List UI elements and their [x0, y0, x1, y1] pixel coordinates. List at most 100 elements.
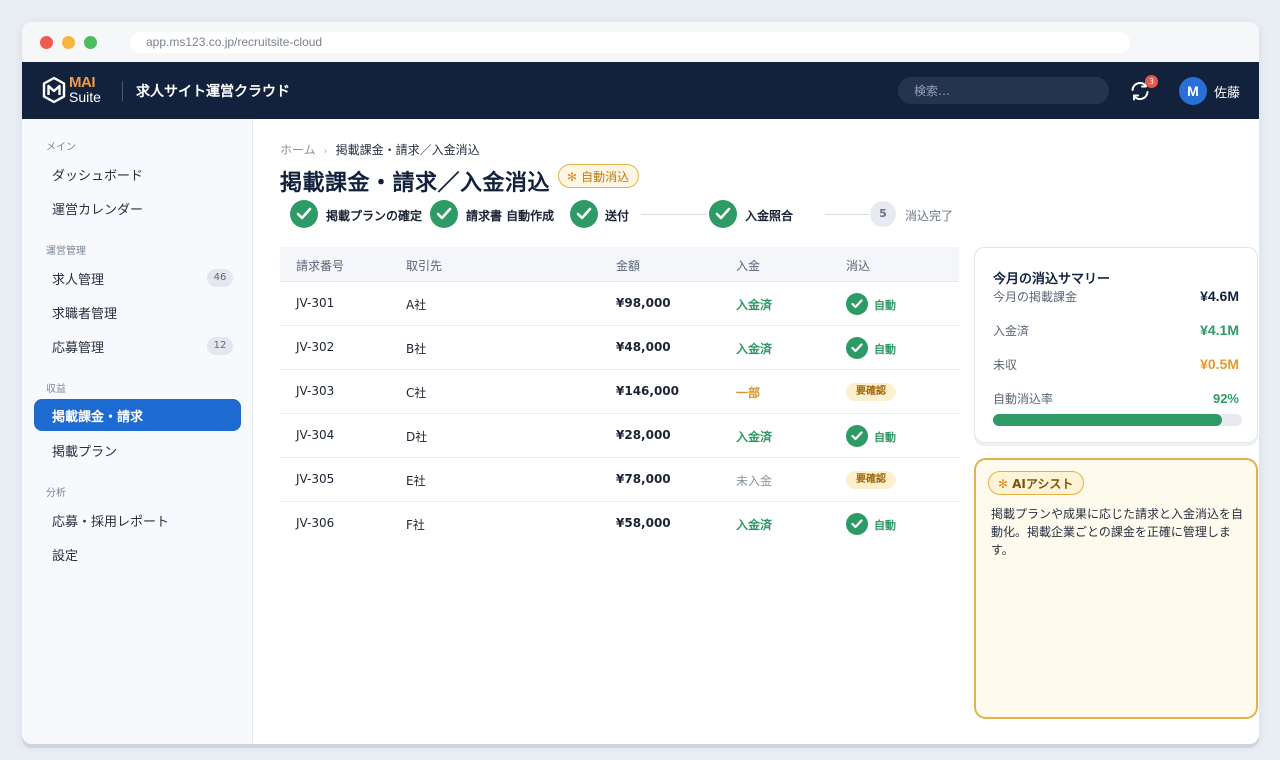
sidebar: メイン ダッシュボード 運営カレンダー 運営管理 求人管理 46 求職者管理 応募… [22, 119, 253, 744]
cell-client: D社 [406, 430, 428, 444]
column-header-amount[interactable]: 金額 [616, 257, 640, 274]
summary-label-billing: 今月の掲載課金 [993, 290, 1078, 304]
sidebar-item-label: 設定 [52, 549, 79, 564]
cell-payment-status: 入金済 [736, 342, 773, 356]
summary-value-outstanding: ¥0.5M [1200, 356, 1239, 372]
auto-reconcile-progress-bar [993, 414, 1242, 426]
logo-mark-icon [42, 76, 66, 104]
sidebar-item-jobs[interactable]: 求人管理 46 [34, 262, 241, 294]
table-row[interactable]: JV-303 C社 ¥146,000 一部 要確認 [280, 370, 959, 414]
cell-invoice-number: JV-304 [296, 428, 335, 442]
check-circle-icon [846, 425, 868, 447]
step-4-label: 入金照合 [745, 209, 794, 223]
sidebar-item-label: 応募管理 [52, 341, 105, 356]
cell-client: E社 [406, 474, 426, 488]
sparkle-icon: ✻ [998, 477, 1009, 491]
sidebar-item-label: 求人管理 [52, 273, 105, 288]
table-row[interactable]: JV-305 E社 ¥78,000 未入金 要確認 [280, 458, 959, 502]
needs-review-badge[interactable]: 要確認 [846, 383, 896, 401]
cell-client: B社 [406, 342, 427, 356]
summary-value-billing: ¥4.6M [1200, 288, 1239, 304]
sidebar-item-calendar[interactable]: 運営カレンダー [34, 192, 241, 224]
sidebar-item-label: 求職者管理 [52, 307, 118, 322]
auto-reconcile-badge: ✻ 自動消込 [558, 164, 640, 188]
check-circle-icon [846, 513, 868, 535]
cell-payment-status: 入金済 [736, 298, 773, 312]
step-5-number: 5 [870, 201, 896, 227]
column-header-reconciliation[interactable]: 消込 [846, 257, 870, 274]
breadcrumb-chevron-icon: › [323, 146, 328, 157]
column-header-invoice-number[interactable]: 請求番号 [296, 257, 344, 274]
window-minimize-button[interactable] [62, 36, 75, 49]
sidebar-item-jobseekers[interactable]: 求職者管理 [34, 296, 241, 328]
ai-assist-badge-label: AIアシスト [1012, 477, 1074, 491]
header-divider [122, 81, 123, 101]
table-row[interactable]: JV-306 F社 ¥58,000 入金済 自動 [280, 502, 959, 546]
cell-amount: ¥58,000 [616, 516, 671, 530]
app-title: 求人サイト運営クラウド [136, 84, 290, 100]
cell-payment-status: 入金済 [736, 518, 773, 532]
breadcrumb-home-link[interactable]: ホーム [280, 143, 316, 157]
cell-amount: ¥98,000 [616, 296, 671, 310]
sidebar-item-label: 掲載課金・請求 [52, 410, 144, 425]
sidebar-item-label: 運営カレンダー [52, 203, 144, 218]
mai-suite-logo[interactable]: MAI Suite [42, 74, 108, 108]
sidebar-item-settings[interactable]: 設定 [34, 538, 241, 570]
cell-invoice-number: JV-306 [296, 516, 335, 530]
address-bar[interactable]: app.ms123.co.jp/recruitsite-cloud [130, 32, 1130, 53]
cell-amount: ¥48,000 [616, 340, 671, 354]
user-avatar[interactable]: M [1179, 77, 1207, 105]
column-header-client[interactable]: 取引先 [406, 257, 442, 274]
notification-badge: 3 [1145, 75, 1158, 88]
cell-client: C社 [406, 386, 427, 400]
sidebar-item-dashboard[interactable]: ダッシュボード [34, 158, 241, 190]
sidebar-item-label: 応募・採用レポート [52, 515, 170, 530]
summary-value-paid: ¥4.1M [1200, 322, 1239, 338]
check-circle-icon [846, 337, 868, 359]
step-3-label: 送付 [605, 209, 630, 223]
cell-invoice-number: JV-303 [296, 384, 335, 398]
user-name[interactable]: 佐藤 [1214, 82, 1240, 101]
step-4-check-icon [709, 200, 737, 228]
check-circle-icon [846, 293, 868, 315]
sidebar-item-plans[interactable]: 掲載プラン [34, 434, 241, 466]
monthly-summary-card: 今月の消込サマリー 今月の掲載課金 ¥4.6M 入金済 ¥4.1M 未収 ¥0.… [974, 247, 1258, 443]
breadcrumb-current: 掲載課金・請求／入金消込 [335, 143, 480, 157]
cell-client: A社 [406, 298, 427, 312]
sidebar-item-billing[interactable]: 掲載課金・請求 [34, 399, 241, 431]
auto-reconcile-progress-fill [993, 414, 1223, 426]
sidebar-item-label: 掲載プラン [52, 445, 118, 460]
step-1-check-icon [290, 200, 318, 228]
cell-payment-status: 一部 [736, 386, 761, 400]
step-5-label: 消込完了 [905, 209, 954, 223]
window-close-button[interactable] [40, 36, 53, 49]
step-2-label: 請求書 自動作成 [466, 209, 555, 223]
auto-reconcile-rate-value: 92% [1212, 391, 1239, 406]
table-row[interactable]: JV-304 D社 ¥28,000 入金済 自動 [280, 414, 959, 458]
sidebar-item-reports[interactable]: 応募・採用レポート [34, 504, 241, 536]
reconciliation-label: 自動 [874, 519, 896, 532]
sidebar-count-badge: 46 [207, 269, 233, 287]
logo-text-suite: Suite [69, 89, 101, 105]
table-row[interactable]: JV-302 B社 ¥48,000 入金済 自動 [280, 326, 959, 370]
reconciliation-label: 自動 [874, 343, 896, 356]
main-content: ホーム › 掲載課金・請求／入金消込 掲載課金・請求／入金消込 ✻ 自動消込 掲載プラ… [254, 119, 1259, 744]
sidebar-section-main: メイン [46, 142, 76, 153]
sidebar-item-applications[interactable]: 応募管理 12 [34, 330, 241, 362]
step-connector [641, 214, 707, 215]
needs-review-badge[interactable]: 要確認 [846, 471, 896, 489]
browser-chrome: app.ms123.co.jp/recruitsite-cloud [22, 22, 1259, 62]
cell-payment-status: 未入金 [736, 474, 773, 488]
sidebar-section-operations: 運営管理 [46, 246, 86, 257]
cell-payment-status: 入金済 [736, 430, 773, 444]
step-3-check-icon [570, 200, 598, 228]
reconciliation-label: 自動 [874, 431, 896, 444]
window-maximize-button[interactable] [84, 36, 97, 49]
step-connector [825, 214, 869, 215]
app-window: app.ms123.co.jp/recruitsite-cloud MAI Su… [22, 22, 1259, 744]
ai-assist-description: 掲載プランや成果に応じた請求と入金消込を自動化。掲載企業ごとの課金を正確に管理し… [991, 507, 1244, 557]
table-row[interactable]: JV-301 A社 ¥98,000 入金済 自動 [280, 282, 959, 326]
column-header-payment[interactable]: 入金 [736, 257, 760, 274]
search-input[interactable]: 検索… [898, 77, 1109, 104]
cell-invoice-number: JV-305 [296, 472, 335, 486]
